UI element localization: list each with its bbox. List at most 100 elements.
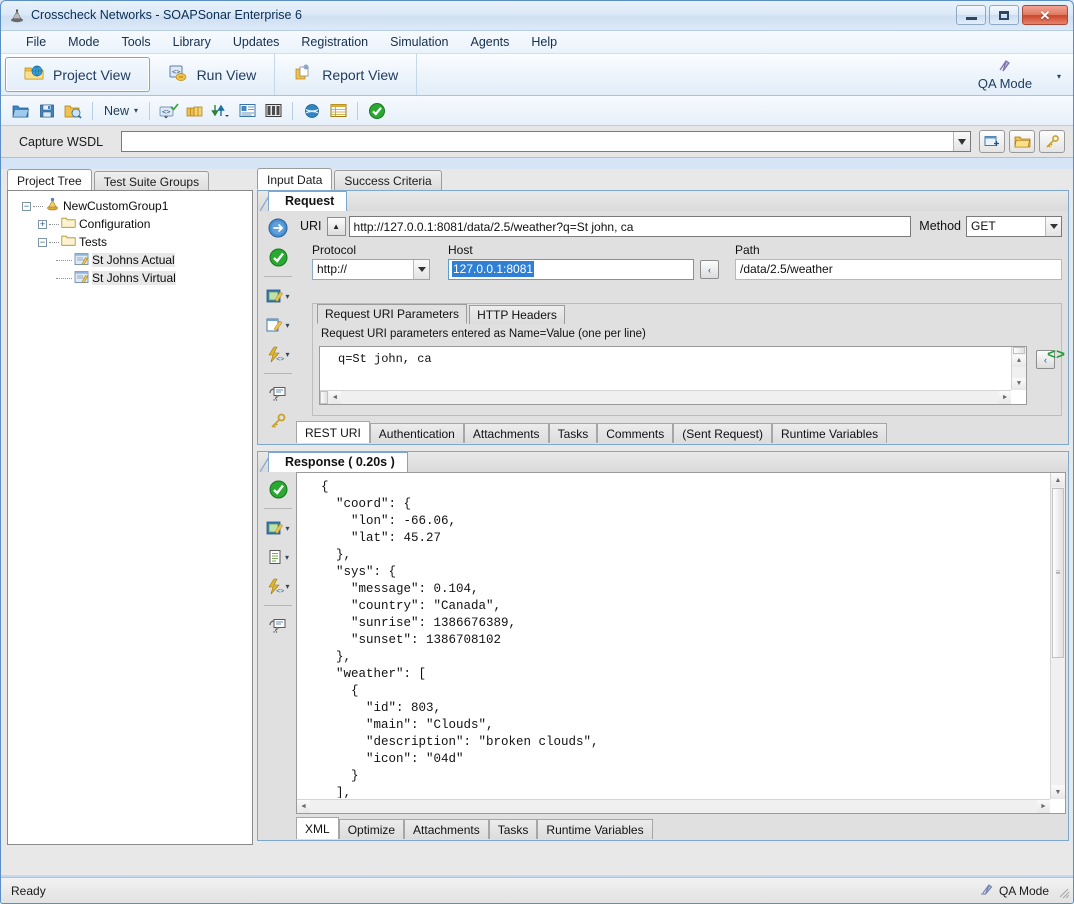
tab-test-suite-groups[interactable]: Test Suite Groups: [93, 171, 210, 191]
import-export-icon[interactable]: [209, 99, 233, 123]
run-check-icon[interactable]: [365, 99, 389, 123]
tab-rest-uri[interactable]: REST URI: [296, 421, 370, 443]
tab-report-view[interactable]: Report View: [275, 54, 418, 95]
tab-tasks[interactable]: Tasks: [488, 819, 538, 839]
host-expand-button[interactable]: ‹: [700, 260, 719, 279]
params-textarea[interactable]: q=St john, ca ▲ ▼ ◄ ►: [319, 346, 1027, 405]
maximize-button[interactable]: [989, 5, 1019, 25]
tab-comments[interactable]: Comments: [597, 423, 674, 443]
collapse-toggle-icon[interactable]: −: [22, 201, 31, 211]
chevron-down-icon[interactable]: ▾: [285, 553, 289, 562]
tab-success-criteria[interactable]: Success Criteria: [334, 170, 442, 190]
chevron-down-icon[interactable]: ▾: [285, 321, 289, 330]
script-icon[interactable]: <> ▾: [261, 573, 295, 599]
open-wsdl-button[interactable]: [1009, 130, 1035, 153]
edit-note-icon[interactable]: ▾: [261, 312, 295, 338]
menu-item-updates[interactable]: Updates: [222, 32, 291, 52]
host-input[interactable]: 127.0.0.1:8081: [448, 259, 694, 280]
tab-input-data[interactable]: Input Data: [257, 168, 333, 190]
tab-authentication[interactable]: Authentication: [369, 423, 464, 443]
menu-item-help[interactable]: Help: [520, 32, 568, 52]
script-icon[interactable]: <> ▾: [261, 341, 295, 367]
tree-node-newcustomgroup1[interactable]: − NewCustomGroup1: [12, 197, 248, 215]
add-wsdl-button[interactable]: [979, 130, 1005, 153]
validate-ok-icon[interactable]: [261, 476, 295, 502]
open-icon[interactable]: [9, 99, 33, 123]
globe-icon[interactable]: [300, 99, 324, 123]
comment-icon[interactable]: [261, 380, 295, 406]
minimize-button[interactable]: [956, 5, 986, 25]
scroll-left-icon[interactable]: ◄: [329, 391, 341, 404]
new-button[interactable]: New ▾: [100, 104, 142, 118]
menu-item-library[interactable]: Library: [162, 32, 222, 52]
resize-grip-icon[interactable]: [1058, 887, 1070, 899]
edit-xml-icon[interactable]: ▾: [261, 283, 295, 309]
chevron-down-icon[interactable]: ▾: [285, 350, 289, 359]
scroll-right-icon[interactable]: ►: [1037, 800, 1050, 813]
columns-icon[interactable]: [261, 99, 285, 123]
comment-icon[interactable]: [261, 612, 295, 638]
capture-wsdl-input[interactable]: [121, 131, 971, 152]
params-vertical-scrollbar[interactable]: ▲ ▼: [1011, 347, 1026, 390]
menu-item-simulation[interactable]: Simulation: [379, 32, 459, 52]
tab-attachments[interactable]: Attachments: [404, 819, 489, 839]
tab-http-headers[interactable]: HTTP Headers: [469, 305, 565, 324]
tab-attachments[interactable]: Attachments: [463, 423, 549, 443]
menu-item-registration[interactable]: Registration: [290, 32, 379, 52]
chevron-down-icon[interactable]: ▾: [285, 292, 289, 301]
new-wsdl-icon[interactable]: <>: [157, 99, 181, 123]
properties-icon[interactable]: [235, 99, 259, 123]
tab-runtime-variables[interactable]: Runtime Variables: [537, 819, 653, 839]
tab-tasks[interactable]: Tasks: [548, 423, 598, 443]
tab-project-tree[interactable]: Project Tree: [7, 169, 92, 191]
tree-node-configuration[interactable]: + Configuration: [12, 215, 248, 233]
menu-item-tools[interactable]: Tools: [110, 32, 161, 52]
document-icon[interactable]: ▾: [261, 544, 295, 570]
collapse-toggle-icon[interactable]: −: [38, 237, 47, 247]
tab-run-view[interactable]: <> Run View: [150, 54, 276, 95]
response-horizontal-scrollbar[interactable]: ◄ ►: [297, 799, 1050, 813]
scroll-left-icon[interactable]: ◄: [297, 800, 310, 813]
scroll-right-icon[interactable]: ►: [999, 391, 1011, 404]
chevron-down-icon[interactable]: ▾: [134, 106, 138, 115]
send-request-icon[interactable]: [261, 215, 295, 241]
save-as-icon[interactable]: [61, 99, 85, 123]
method-select[interactable]: GET: [966, 215, 1062, 237]
tab-optimize[interactable]: Optimize: [338, 819, 405, 839]
close-button[interactable]: ✕: [1022, 5, 1068, 25]
expand-toggle-icon[interactable]: +: [38, 219, 47, 229]
uri-input[interactable]: http://127.0.0.1:8081/data/2.5/weather?q…: [348, 215, 912, 237]
menu-item-mode[interactable]: Mode: [57, 32, 110, 52]
path-input[interactable]: /data/2.5/weather: [735, 259, 1062, 280]
chevron-down-icon[interactable]: [953, 132, 970, 151]
chevron-down-icon[interactable]: ▾: [1057, 72, 1061, 81]
validate-ok-icon[interactable]: [261, 244, 295, 270]
tab-sent-request[interactable]: (Sent Request): [673, 423, 772, 443]
tab-request-uri-parameters[interactable]: Request URI Parameters: [317, 304, 468, 324]
scrollbar-thumb[interactable]: ≡: [1052, 488, 1064, 658]
params-horizontal-scrollbar[interactable]: ◄ ►: [320, 390, 1011, 404]
scroll-down-icon[interactable]: ▼: [1012, 378, 1026, 390]
qa-mode-selector[interactable]: QA Mode ▾: [945, 57, 1065, 93]
response-vertical-scrollbar[interactable]: ▲ ≡ ▼: [1050, 473, 1065, 799]
chevron-down-icon[interactable]: [413, 260, 429, 279]
scrollbar-thumb-left[interactable]: [320, 391, 328, 404]
packages-icon[interactable]: [183, 99, 207, 123]
keys-button[interactable]: [1039, 130, 1065, 153]
chevron-down-icon[interactable]: ▾: [285, 524, 289, 533]
scroll-up-icon[interactable]: ▲: [1012, 355, 1026, 367]
chevron-down-icon[interactable]: [1045, 216, 1061, 236]
edit-xml-icon[interactable]: ▾: [261, 515, 295, 541]
protocol-select[interactable]: http://: [312, 259, 430, 280]
tab-xml[interactable]: XML: [296, 817, 339, 839]
tab-project-view[interactable]: Project View: [5, 57, 150, 92]
scroll-down-icon[interactable]: ▼: [1051, 785, 1065, 799]
key-icon[interactable]: [261, 409, 295, 435]
chevron-down-icon[interactable]: ▾: [285, 582, 289, 591]
tab-runtime-variables[interactable]: Runtime Variables: [771, 423, 888, 443]
tree-node-st-johns-actual[interactable]: St Johns Actual: [12, 251, 248, 269]
save-icon[interactable]: [35, 99, 59, 123]
tree-node-tests[interactable]: − Tests: [12, 233, 248, 251]
tree-node-st-johns-virtual[interactable]: St Johns Virtual: [12, 269, 248, 287]
scroll-up-icon[interactable]: ▲: [1051, 473, 1065, 487]
